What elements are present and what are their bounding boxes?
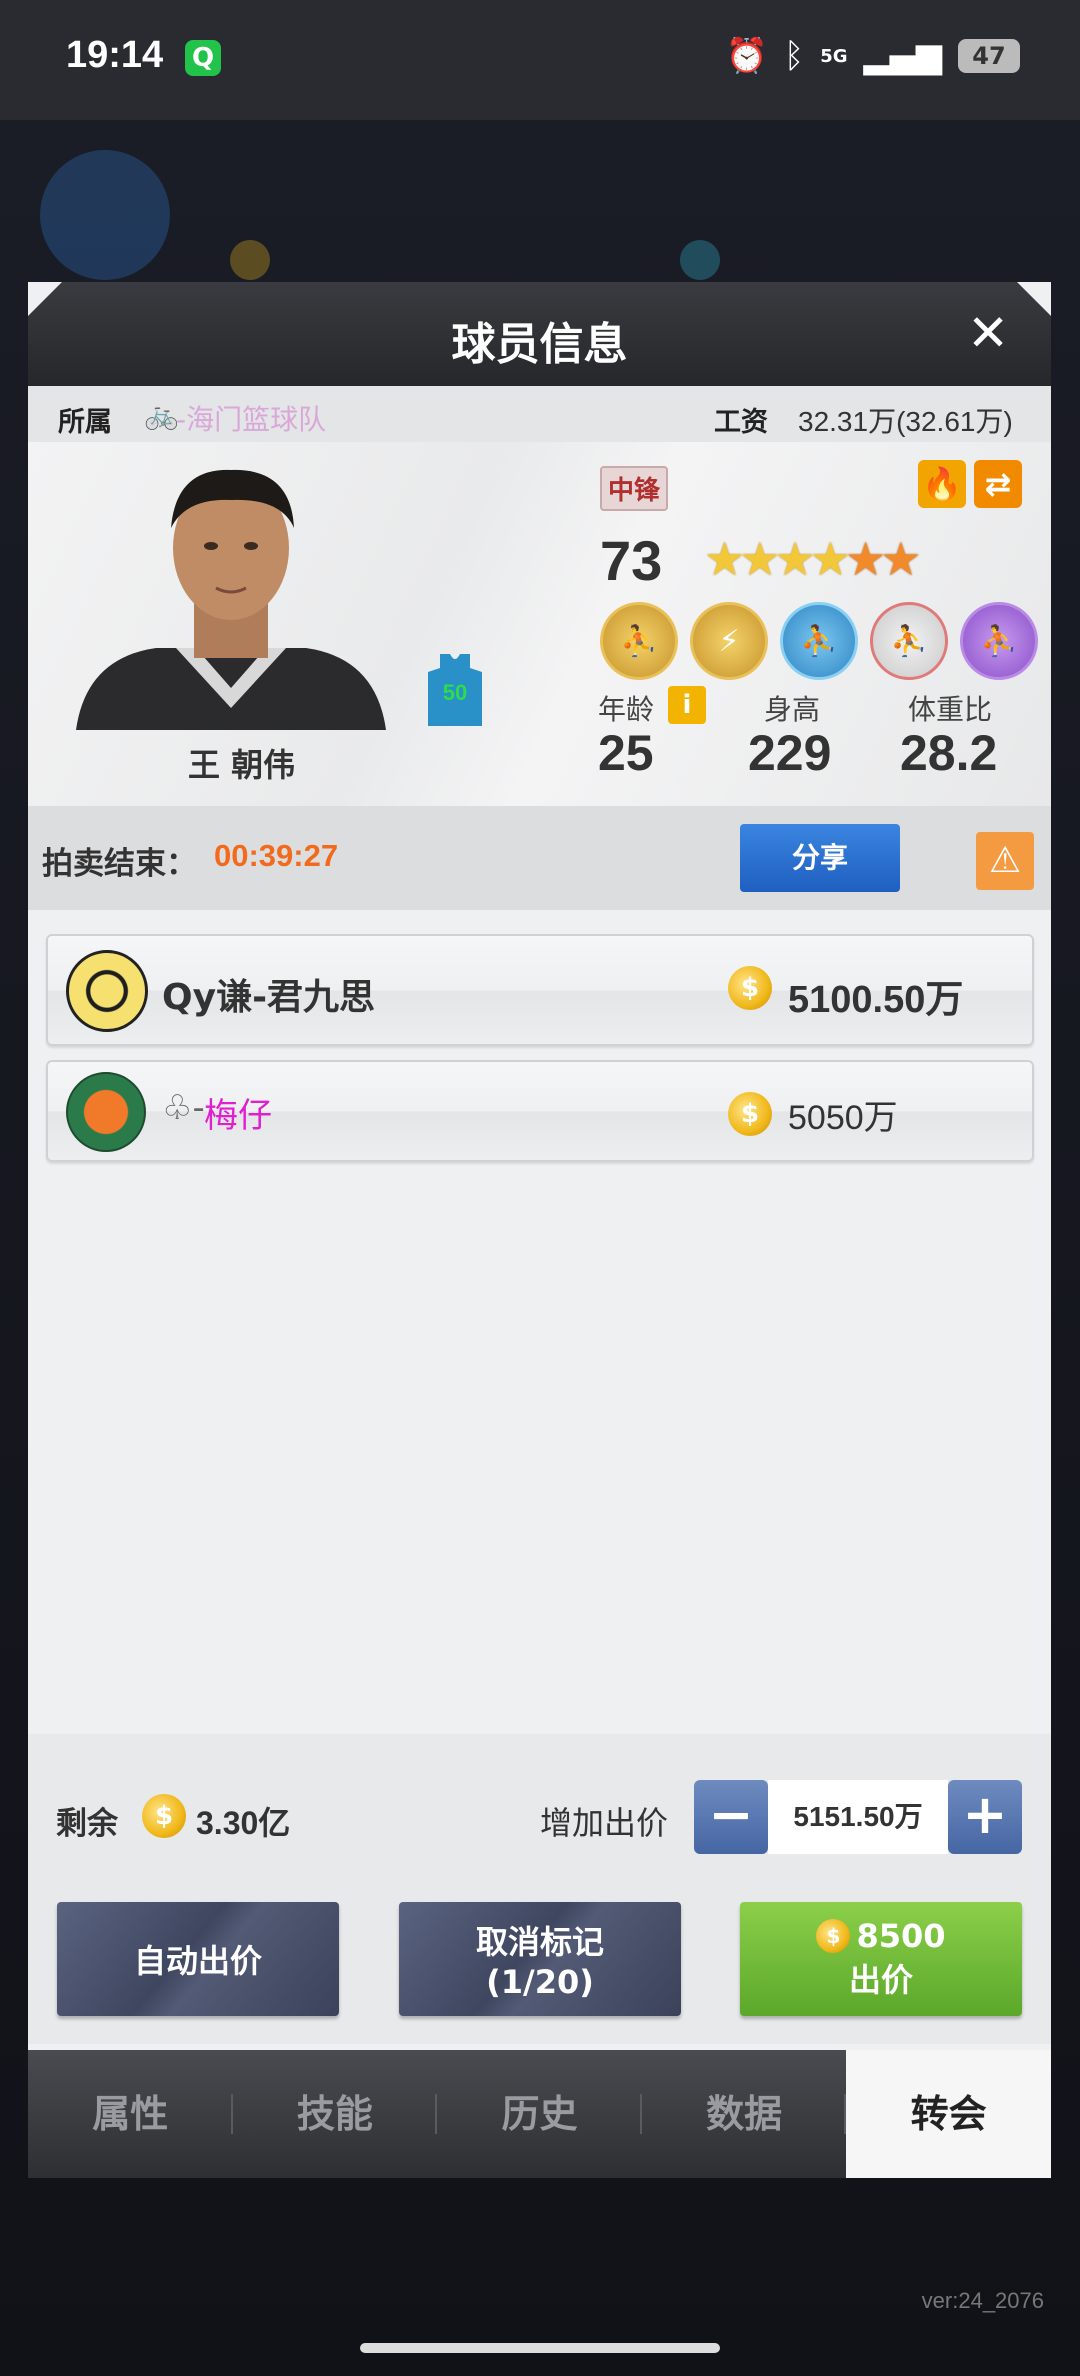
player-card: 50 王 朝伟 中锋 🔥 ⇄ 73 ★★★★★★ ⛹ ⚡ ⛹ ⛹ ⛹ 年龄 i … — [28, 442, 1051, 806]
skill-badges: ⛹ ⚡ ⛹ ⛹ ⛹ — [600, 602, 1038, 680]
place-bid-button[interactable]: $ 8500 出价 — [740, 1902, 1022, 2016]
player-rating: 73 — [600, 529, 663, 592]
bid-controls: 剩余 $ 3.30亿 增加出价 − 5151.50万 + 自动出价 取消标记 (… — [28, 1734, 1051, 2044]
bid-amount-input[interactable]: 5151.50万 — [768, 1780, 948, 1854]
salary-value: 32.31万(32.61万) — [798, 406, 1013, 437]
battery-icon: 47 — [958, 39, 1020, 73]
team-name[interactable]: -海门篮球队 — [176, 398, 326, 438]
salary-label: 工资 — [714, 407, 768, 438]
modal-tabs: 属性 技能 历史 数据 转会 — [28, 2050, 1051, 2178]
modal-header: 球员信息 ✕ — [28, 282, 1051, 386]
network-type: 5G — [820, 45, 848, 67]
player-info-modal: 球员信息 ✕ 所属 🚲 -海门篮球队 工资 32.31万(32.61万) 50 … — [28, 282, 1051, 2178]
warning-icon[interactable]: ⚠ — [976, 832, 1034, 890]
add-bid-label: 增加出价 — [540, 1804, 669, 1842]
home-indicator[interactable] — [360, 2343, 720, 2353]
bid-label: 出价 — [848, 1961, 913, 1999]
coin-icon: $ — [816, 1919, 851, 1953]
increase-bid-button[interactable]: + — [948, 1780, 1022, 1854]
jersey-number: 50 — [443, 680, 467, 705]
bidder-avatar — [66, 950, 148, 1032]
auto-bid-label: 自动出价 — [133, 1942, 262, 1980]
star-icon: ★ — [880, 532, 921, 586]
star-icon: ★ — [774, 532, 816, 586]
bid-cost-row: $ 8500 — [816, 1917, 946, 1955]
team-label: 所属 — [58, 407, 112, 438]
coin-icon: $ — [728, 966, 772, 1010]
bid-cost: 8500 — [856, 1917, 946, 1955]
weight-ratio-value: 28.2 — [900, 725, 998, 781]
height-value: 229 — [748, 725, 832, 781]
bid-amount: 5100.50万 — [788, 979, 964, 1021]
bidder-name: 梅仔 — [204, 1096, 272, 1136]
coin-icon: $ — [142, 1794, 186, 1838]
auction-bar: 拍卖结束： 00:39:27 分享 ⚠ — [28, 806, 1051, 910]
star-rating: ★★★★★★ — [704, 532, 922, 586]
fire-icon[interactable]: 🔥 — [918, 460, 966, 508]
share-button[interactable]: 分享 — [740, 824, 900, 892]
decrease-bid-button[interactable]: − — [694, 1780, 768, 1854]
weight-ratio-label: 体重比 — [908, 693, 993, 726]
info-icon[interactable]: i — [668, 686, 706, 724]
star-icon: ★ — [845, 532, 886, 586]
signal-icon: ▂▄▆ — [863, 36, 942, 76]
status-time: 19:14 — [66, 34, 164, 76]
tab-attributes[interactable]: 属性 — [28, 2050, 233, 2178]
star-icon: ★ — [809, 532, 851, 586]
lightning-badge-icon[interactable]: ⚡ — [690, 602, 768, 680]
dunk-badge-icon[interactable]: ⛹ — [780, 602, 858, 680]
bidder-prefix: ♧- — [162, 1088, 205, 1128]
close-icon[interactable]: ✕ — [967, 304, 1009, 362]
star-icon: ★ — [739, 532, 780, 586]
modal-title: 球员信息 — [451, 319, 628, 370]
cancel-mark-button[interactable]: 取消标记 (1/20) — [399, 1902, 681, 2016]
auction-end-label: 拍卖结束： — [42, 846, 197, 882]
tab-data[interactable]: 数据 — [642, 2050, 847, 2178]
auction-countdown: 00:39:27 — [214, 838, 339, 873]
tab-transfer[interactable]: 转会 — [846, 2050, 1051, 2178]
tab-history[interactable]: 历史 — [437, 2050, 642, 2178]
alarm-icon: ⏰ — [725, 36, 768, 76]
bidder-name: Qy谦-君九思 — [162, 977, 376, 1018]
bid-amount: 5050万 — [788, 1099, 898, 1137]
remaining-label: 剩余 — [56, 1806, 118, 1842]
bicycle-icon: 🚲 — [144, 398, 179, 431]
remaining-value: 3.30亿 — [196, 1805, 291, 1841]
coin-icon: $ — [728, 1092, 772, 1136]
tab-skills[interactable]: 技能 — [233, 2050, 438, 2178]
star-icon: ★ — [704, 532, 745, 586]
age-value: 25 — [598, 725, 654, 781]
background-avatar — [40, 150, 170, 280]
player-portrait — [76, 469, 386, 730]
bidder-avatar — [66, 1072, 146, 1152]
bid-list: Qy谦-君九思 $ 5100.50万 ♧- 梅仔 $ 5050万 — [28, 910, 1051, 1734]
status-bar: 19:14 Q ⏰ ᛒ 5G ▂▄▆ 47 — [0, 0, 1080, 120]
jersey-icon: 50 — [428, 654, 482, 726]
bid-row[interactable]: Qy谦-君九思 $ 5100.50万 — [46, 934, 1034, 1046]
height-label: 身高 — [764, 693, 821, 726]
cancel-mark-count: (1/20) — [486, 1963, 594, 2001]
version-text: ver:24_2076 — [921, 2288, 1044, 2313]
player-name: 王 朝伟 — [188, 746, 296, 784]
background-coin-icon — [230, 240, 270, 280]
defense-badge-icon[interactable]: ⛹ — [870, 602, 948, 680]
bluetooth-icon: ᛒ — [783, 36, 805, 76]
shooting-badge-icon[interactable]: ⛹ — [960, 602, 1038, 680]
swap-icon[interactable]: ⇄ — [974, 460, 1022, 508]
auto-bid-button[interactable]: 自动出价 — [57, 1902, 339, 2016]
player-skill-badge-icon[interactable]: ⛹ — [600, 602, 678, 680]
cancel-mark-label: 取消标记 — [475, 1923, 604, 1961]
position-badge: 中锋 — [600, 466, 669, 511]
background-gem-icon — [680, 240, 720, 280]
age-label: 年龄 — [598, 693, 655, 726]
status-icons: ⏰ ᛒ 5G ▂▄▆ 47 — [725, 36, 1020, 76]
player-affiliation-row: 所属 🚲 -海门篮球队 工资 32.31万(32.61万) — [28, 386, 1051, 443]
bid-row[interactable]: ♧- 梅仔 $ 5050万 — [46, 1060, 1034, 1162]
app-notification-icon: Q — [185, 40, 221, 76]
